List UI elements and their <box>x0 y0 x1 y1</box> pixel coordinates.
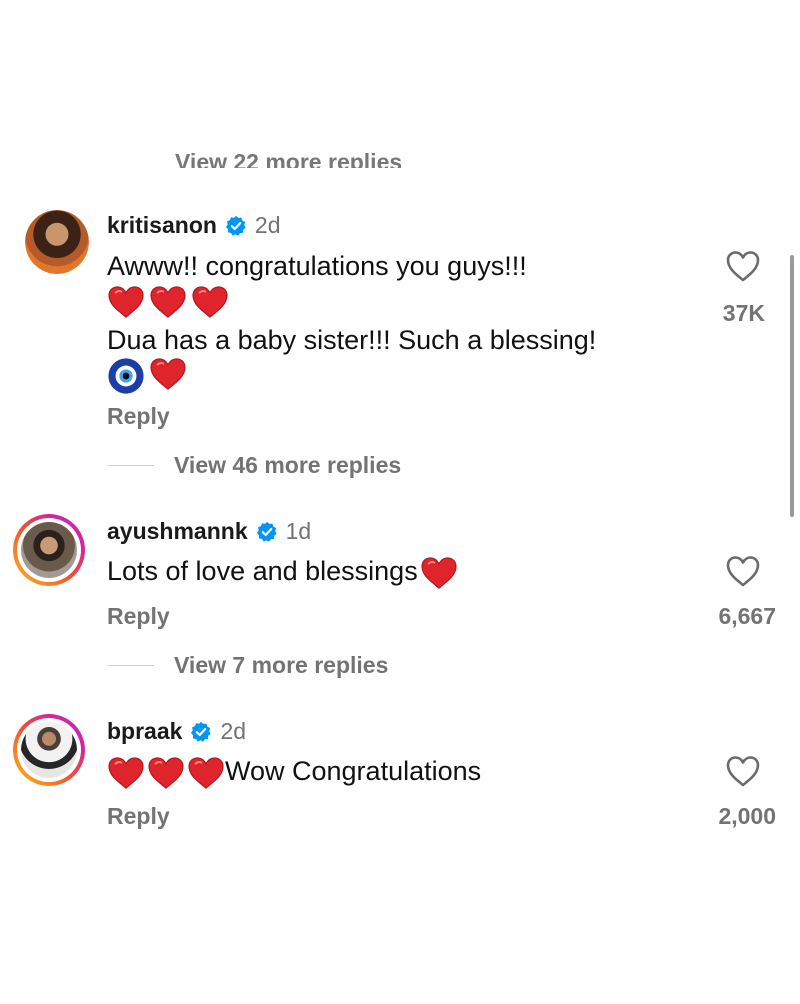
scrollbar[interactable] <box>790 255 794 517</box>
divider-line <box>108 664 154 667</box>
comment-header: ayushmannk 1d <box>107 518 311 545</box>
red-heart-emoji-icon <box>107 285 145 319</box>
comment-text-line: Dua has a baby sister!!! Such a blessing… <box>107 325 597 355</box>
red-heart-emoji-icon <box>187 756 225 790</box>
emoji-row <box>107 356 187 395</box>
view-more-replies[interactable]: View 7 more replies <box>108 652 388 679</box>
red-heart-emoji-icon <box>149 285 187 319</box>
view-more-replies[interactable]: View 46 more replies <box>108 452 401 479</box>
like-heart-icon[interactable] <box>725 554 761 588</box>
nazar-amulet-emoji-icon <box>107 357 145 395</box>
avatar-story-ring[interactable] <box>13 714 85 786</box>
reply-button[interactable]: Reply <box>107 603 170 630</box>
red-heart-emoji-icon <box>191 285 229 319</box>
like-count: 37K <box>722 300 765 326</box>
red-heart-emoji-icon <box>147 756 185 790</box>
view-more-replies-label: View 7 more replies <box>174 652 389 678</box>
reply-button[interactable]: Reply <box>107 403 170 430</box>
truncated-view-more-replies[interactable]: View 22 more replies <box>175 148 475 168</box>
divider-line <box>108 464 154 467</box>
view-more-replies-label: View 46 more replies <box>174 452 402 478</box>
emoji-row <box>107 282 229 319</box>
reply-button[interactable]: Reply <box>107 803 170 830</box>
timestamp: 2d <box>254 212 281 238</box>
comment-text-line: Awww!! congratulations you guys!!! <box>107 251 527 281</box>
comment-header: kritisanon 2d <box>107 212 281 239</box>
comment-text-content: Wow Congratulations <box>225 756 482 786</box>
avatar-story-ring[interactable] <box>13 514 85 586</box>
like-count: 6,667 <box>718 603 776 629</box>
timestamp: 2d <box>220 718 247 744</box>
avatar[interactable] <box>25 210 89 274</box>
comment-text-content: Lots of love and blessings <box>107 556 418 586</box>
comment-header: bpraak 2d <box>107 718 246 745</box>
comment-text: Wow Congratulations <box>107 753 481 790</box>
username[interactable]: bpraak <box>107 718 182 745</box>
red-heart-emoji-icon <box>107 756 145 790</box>
verified-badge-icon <box>190 721 212 743</box>
red-heart-emoji-icon <box>420 556 458 590</box>
username[interactable]: ayushmannk <box>107 518 248 545</box>
like-heart-icon[interactable] <box>725 754 761 788</box>
username[interactable]: kritisanon <box>107 212 217 239</box>
comment-text: Lots of love and blessings <box>107 553 458 590</box>
timestamp: 1d <box>285 518 312 544</box>
verified-badge-icon <box>256 521 278 543</box>
like-heart-icon[interactable] <box>725 249 761 283</box>
verified-badge-icon <box>225 215 247 237</box>
red-heart-emoji-icon <box>149 357 187 391</box>
like-count: 2,000 <box>718 803 776 829</box>
